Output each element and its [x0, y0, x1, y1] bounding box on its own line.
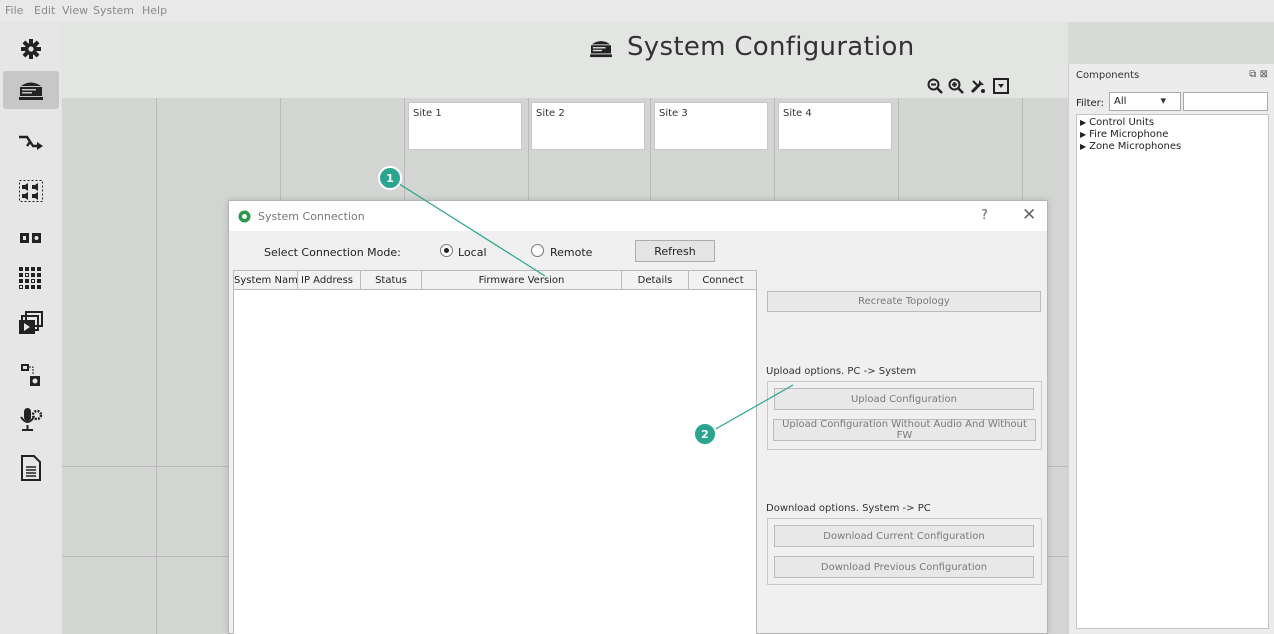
undock-icon[interactable]: ⧉: [1249, 69, 1256, 80]
site-label: Site 1: [413, 108, 442, 119]
radio-local-label[interactable]: Local: [458, 246, 487, 259]
column-header[interactable]: System Name: [234, 271, 298, 290]
filter-input[interactable]: [1183, 92, 1268, 111]
panel-controls: ⧉ ⊠: [1249, 69, 1268, 80]
tools-icon[interactable]: [970, 78, 986, 97]
components-tree: ▶ Control Units ▶ Fire Microphone ▶ Zone Mi…: [1076, 114, 1269, 629]
download-current-button[interactable]: Download Current Configuration: [774, 525, 1034, 547]
systems-table: System Name IP Address Status Firmware V…: [233, 270, 757, 634]
tree-item-label: Zone Microphones: [1089, 141, 1182, 152]
system-connection-dialog: System Connection ? ✕ Select Connection …: [228, 200, 1048, 634]
menu-help[interactable]: Help: [142, 4, 167, 17]
speakers-icon[interactable]: [12, 172, 50, 210]
connection-mode-label: Select Connection Mode:: [264, 246, 401, 259]
network-device-icon[interactable]: [12, 356, 50, 394]
menu-bar: File Edit View System Help: [0, 0, 1274, 22]
expand-arrow-icon[interactable]: ▶: [1080, 142, 1086, 151]
column-header[interactable]: Firmware Version: [422, 271, 622, 290]
recreate-topology-button[interactable]: Recreate Topology: [767, 291, 1041, 312]
radio-local[interactable]: [440, 244, 453, 257]
page-title: System Configuration: [627, 32, 915, 62]
site-label: Site 4: [783, 108, 812, 119]
column-header[interactable]: Details: [622, 271, 689, 290]
tree-item[interactable]: ▶ Fire Microphone: [1080, 129, 1265, 141]
menu-system[interactable]: System: [93, 4, 134, 17]
upload-configuration-button[interactable]: Upload Configuration: [774, 388, 1034, 410]
site-label: Site 2: [536, 108, 565, 119]
expand-arrow-icon[interactable]: ▶: [1080, 118, 1086, 127]
site-box[interactable]: Site 4: [778, 102, 892, 150]
menu-edit[interactable]: Edit: [34, 4, 55, 17]
tree-item-label: Fire Microphone: [1089, 129, 1169, 140]
site-box[interactable]: Site 3: [654, 102, 768, 150]
expand-arrow-icon[interactable]: ▶: [1080, 130, 1086, 139]
system-unit-icon: [587, 38, 615, 61]
download-previous-button[interactable]: Download Previous Configuration: [774, 556, 1034, 578]
column-header[interactable]: IP Address: [298, 271, 361, 290]
upload-options-label: Upload options. PC -> System: [766, 366, 917, 377]
callout-badge: 1: [378, 166, 402, 190]
microphone-settings-icon[interactable]: [12, 401, 50, 439]
left-toolbar: [0, 22, 62, 634]
help-button[interactable]: ?: [981, 208, 988, 223]
filter-label: Filter:: [1076, 98, 1104, 109]
callout-badge: 2: [693, 422, 717, 446]
column-header[interactable]: Status: [361, 271, 422, 290]
zoom-in-icon[interactable]: [948, 78, 964, 97]
site-label: Site 3: [659, 108, 688, 119]
title-area: System Configuration: [62, 22, 1068, 98]
tree-item[interactable]: ▶ Zone Microphones: [1080, 141, 1265, 153]
document-icon[interactable]: [12, 449, 50, 487]
io-icon[interactable]: [12, 219, 50, 257]
site-box[interactable]: Site 1: [408, 102, 522, 150]
close-button[interactable]: ✕: [1022, 205, 1036, 225]
zoom-out-icon[interactable]: [927, 78, 943, 97]
dialog-titlebar: System Connection ? ✕: [229, 201, 1047, 231]
menu-file[interactable]: File: [5, 4, 23, 17]
upload-without-audio-button[interactable]: Upload Configuration Without Audio And W…: [773, 419, 1036, 441]
close-icon[interactable]: ⊠: [1260, 69, 1268, 80]
table-header: System Name IP Address Status Firmware V…: [234, 271, 756, 290]
dialog-title: System Connection: [258, 210, 365, 223]
tree-item[interactable]: ▶ Control Units: [1080, 117, 1265, 129]
column-header[interactable]: Connect: [689, 271, 756, 290]
media-playback-icon[interactable]: [12, 304, 50, 342]
tree-item-label: Control Units: [1089, 117, 1155, 128]
components-panel: Components ⧉ ⊠ Filter: All ▶Control Unit…: [1068, 64, 1274, 634]
site-box[interactable]: Site 2: [531, 102, 645, 150]
filter-value: All: [1114, 96, 1127, 107]
gear-icon[interactable]: [12, 30, 50, 68]
matrix-icon[interactable]: [12, 260, 50, 298]
download-options-label: Download options. System -> PC: [766, 503, 931, 514]
menu-view[interactable]: View: [62, 4, 88, 17]
upload-options-group: Upload Configuration Upload Configuratio…: [767, 381, 1042, 450]
fit-view-icon[interactable]: [993, 78, 1009, 97]
download-options-group: Download Current Configuration Download …: [767, 518, 1042, 585]
components-title: Components: [1076, 70, 1140, 81]
routing-arrow-icon[interactable]: [12, 124, 50, 162]
system-unit-icon[interactable]: [3, 71, 59, 109]
grid-line: [156, 98, 157, 634]
app-logo-icon: [238, 210, 251, 226]
filter-select[interactable]: All: [1109, 92, 1181, 111]
radio-remote-label[interactable]: Remote: [550, 246, 592, 259]
radio-remote[interactable]: [531, 244, 544, 257]
refresh-button[interactable]: Refresh: [635, 240, 715, 262]
